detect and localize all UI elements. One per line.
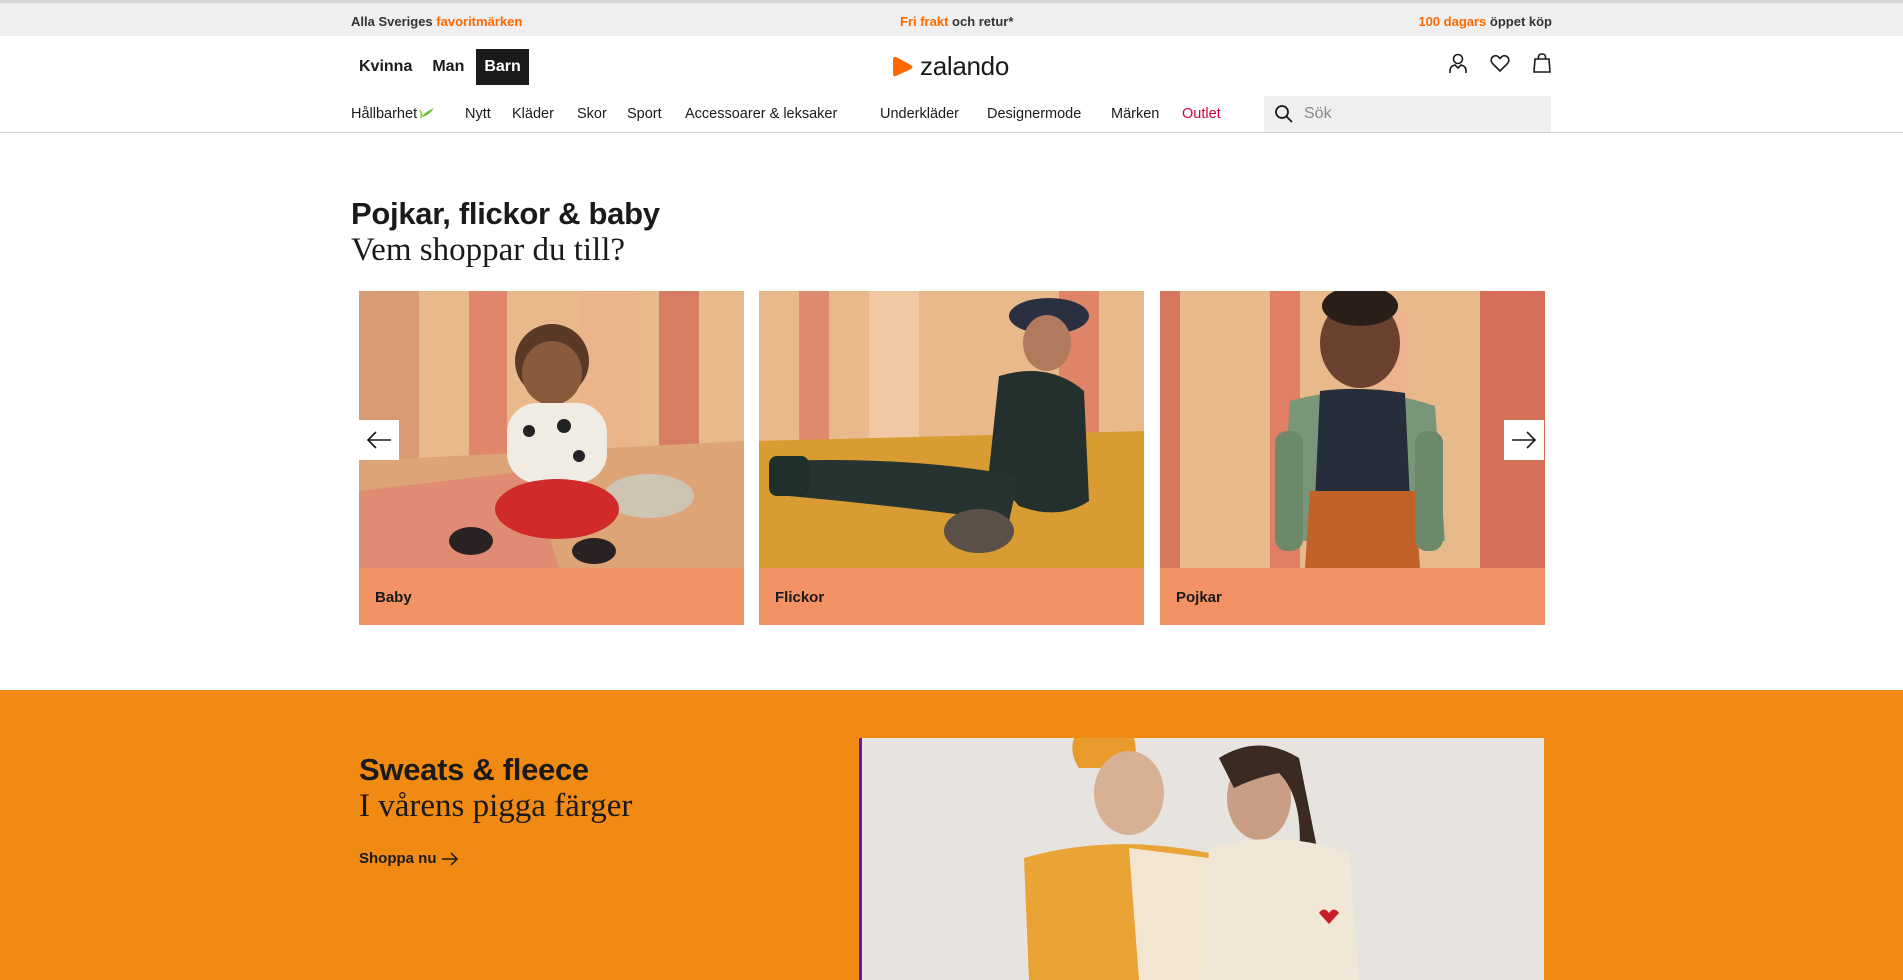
carousel-next-button[interactable] xyxy=(1504,420,1544,460)
arrow-left-icon xyxy=(366,431,391,449)
pojkar-image xyxy=(1160,291,1545,568)
card-pojkar[interactable]: Pojkar xyxy=(1160,291,1545,625)
tab-man[interactable]: Man xyxy=(424,49,472,85)
card-label-baby: Baby xyxy=(359,568,744,625)
nav-accessoarer[interactable]: Accessoarer & leksaker xyxy=(685,106,837,122)
promo-image[interactable] xyxy=(859,738,1544,980)
bag-icon[interactable] xyxy=(1531,52,1553,74)
logo-mark-icon xyxy=(893,56,913,76)
section-heading: Pojkar, flickor & baby Vem shoppar du ti… xyxy=(351,196,660,268)
flickor-image xyxy=(759,291,1144,568)
search-icon xyxy=(1275,105,1293,123)
search-box[interactable] xyxy=(1264,96,1551,132)
tab-barn[interactable]: Barn xyxy=(476,49,529,85)
site-header: Kvinna Man Barn zalando Hållbarhet Nytt … xyxy=(0,36,1903,133)
promo-favorites[interactable]: Alla Sveriges favoritmärken xyxy=(351,14,522,29)
nav-designermode[interactable]: Designermode xyxy=(987,106,1081,122)
promo-bar: Alla Sveriges favoritmärken Fri frakt oc… xyxy=(0,0,1903,36)
promo-title: Sweats & fleece xyxy=(359,752,589,787)
heart-icon[interactable] xyxy=(1489,52,1511,74)
section-subtitle: Vem shoppar du till? xyxy=(351,232,626,268)
leaf-icon xyxy=(419,108,435,119)
nav-marken[interactable]: Märken xyxy=(1111,106,1159,122)
card-baby[interactable]: Baby xyxy=(359,291,744,625)
promo-section: Sweats & fleece I vårens pigga färger Sh… xyxy=(0,690,1903,980)
section-title: Pojkar, flickor & baby xyxy=(351,196,660,231)
nav-underklader[interactable]: Underkläder xyxy=(880,106,959,122)
nav-outlet[interactable]: Outlet xyxy=(1182,106,1221,122)
account-icon[interactable] xyxy=(1447,52,1469,74)
nav-nytt[interactable]: Nytt xyxy=(465,106,491,122)
carousel-prev-button[interactable] xyxy=(359,420,399,460)
nav-skor[interactable]: Skor xyxy=(577,106,607,122)
baby-image xyxy=(359,291,744,568)
promo-returns[interactable]: 100 dagars öppet köp xyxy=(1418,14,1552,29)
category-carousel: Baby Flickor Pojkar xyxy=(359,291,1545,625)
arrow-right-icon xyxy=(441,851,458,866)
logo-wordmark: zalando xyxy=(920,51,1009,81)
arrow-right-icon xyxy=(1512,431,1537,449)
promo-subtitle: I vårens pigga färger xyxy=(359,788,633,824)
nav-sport[interactable]: Sport xyxy=(627,106,662,122)
card-label-flickor: Flickor xyxy=(759,568,1144,625)
gender-tabs: Kvinna Man Barn xyxy=(351,49,529,85)
search-input[interactable] xyxy=(1304,105,1534,123)
promo-free-shipping[interactable]: Fri frakt och retur* xyxy=(900,14,1013,29)
nav-hallbarhet[interactable]: Hållbarhet xyxy=(351,106,436,122)
card-label-pojkar: Pojkar xyxy=(1160,568,1545,625)
shop-now-link[interactable]: Shoppa nu xyxy=(359,850,459,867)
zalando-logo[interactable]: zalando xyxy=(892,51,1009,82)
header-icons xyxy=(1447,52,1553,74)
card-flickor[interactable]: Flickor xyxy=(759,291,1144,625)
tab-kvinna[interactable]: Kvinna xyxy=(351,49,420,85)
nav-klader[interactable]: Kläder xyxy=(512,106,554,122)
